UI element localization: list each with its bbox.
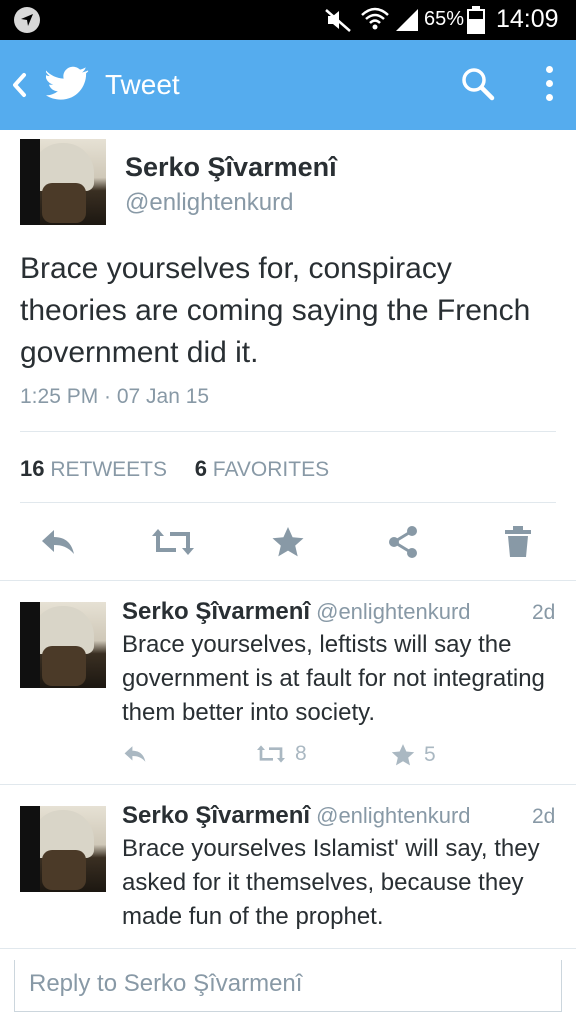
reply-box — [14, 960, 562, 1012]
app-title: Tweet — [105, 69, 180, 100]
reply-author[interactable]: Serko Şîvarmenî @enlightenkurd — [122, 598, 471, 626]
favorites-count[interactable]: 6 — [195, 456, 207, 481]
reply-icon[interactable] — [122, 742, 148, 766]
retweets-count[interactable]: 16 — [20, 456, 44, 481]
favorite-count: 5 — [424, 743, 436, 766]
divider — [0, 784, 576, 785]
avatar[interactable] — [20, 139, 106, 225]
retweet-count: 8 — [295, 742, 307, 765]
reply-time: 2d — [532, 805, 556, 828]
search-icon[interactable] — [460, 66, 496, 102]
twitter-bird-icon[interactable] — [46, 65, 90, 103]
reply-action[interactable] — [122, 742, 156, 766]
reply-author[interactable]: Serko Şîvarmenî @enlightenkurd — [122, 802, 471, 830]
share-icon[interactable] — [385, 524, 421, 560]
avatar[interactable] — [20, 602, 106, 688]
reply-input[interactable] — [29, 970, 549, 998]
reply-icon[interactable] — [38, 524, 78, 560]
tweet-timestamp: 1:25 PM · 07 Jan 15 — [20, 385, 210, 408]
reply-author-handle[interactable]: @enlightenkurd — [316, 599, 470, 624]
reply-author-name[interactable]: Serko Şîvarmenî — [122, 802, 310, 829]
divider — [0, 948, 576, 949]
clock: 14:09 — [496, 5, 559, 33]
avatar[interactable] — [20, 806, 106, 892]
back-icon[interactable] — [10, 70, 28, 100]
delete-trash-icon[interactable] — [503, 524, 533, 560]
divider — [20, 431, 556, 432]
navigation-icon — [14, 7, 40, 33]
favorites-label[interactable]: FAVORITES — [213, 458, 329, 481]
reply-author-handle[interactable]: @enlightenkurd — [316, 803, 470, 828]
retweet-icon[interactable] — [255, 742, 287, 766]
favorite-star-icon[interactable] — [390, 742, 416, 768]
battery-icon — [467, 6, 485, 34]
favorite-star-icon[interactable] — [270, 524, 306, 560]
tweet-stats: 16 RETWEETS 6 FAVORITES — [20, 456, 329, 482]
divider — [20, 502, 556, 503]
tweet-author-handle[interactable]: @enlightenkurd — [125, 189, 293, 217]
divider — [0, 580, 576, 581]
reply-text: Brace yourselves, leftists will say the … — [122, 631, 545, 726]
status-bar: 65% 14:09 — [0, 0, 576, 40]
retweet-icon[interactable] — [150, 524, 196, 560]
tweet-text: Brace yourselves for, conspiracy theorie… — [20, 252, 531, 369]
mute-icon — [325, 9, 351, 32]
reply-time: 2d — [532, 601, 556, 624]
reply-text: Brace yourselves Islamist' will say, the… — [122, 835, 540, 930]
more-options-icon[interactable] — [540, 66, 558, 106]
favorite-action[interactable]: 5 — [390, 742, 436, 768]
app-bar: Tweet — [0, 40, 576, 130]
retweets-label[interactable]: RETWEETS — [50, 458, 167, 481]
retweet-action[interactable]: 8 — [255, 742, 307, 766]
tweet-author-name[interactable]: Serko Şîvarmenî — [125, 152, 337, 183]
signal-icon — [396, 9, 418, 31]
reply-author-name[interactable]: Serko Şîvarmenî — [122, 598, 310, 625]
battery-percent: 65% — [424, 8, 465, 30]
wifi-icon — [361, 7, 389, 30]
